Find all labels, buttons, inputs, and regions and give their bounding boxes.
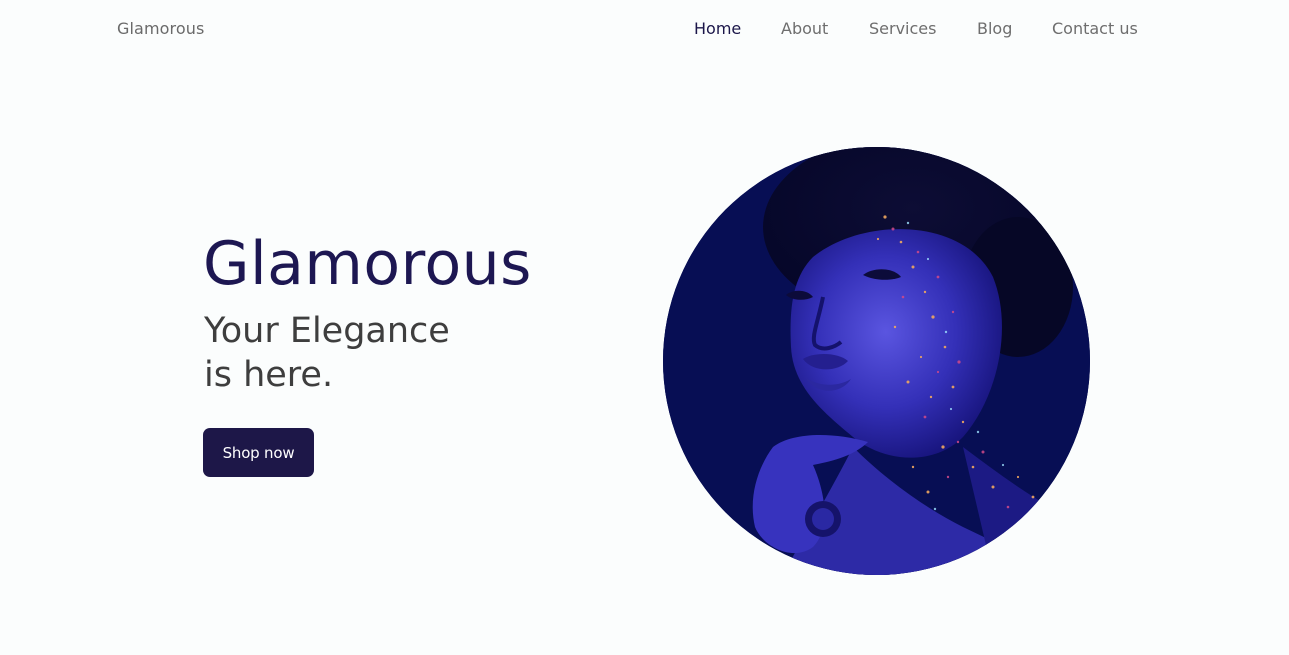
- hero-subtitle-line-1: Your Elegance: [204, 311, 450, 351]
- hero-subtitle-line-2: is here.: [204, 355, 334, 395]
- nav-link-contact[interactable]: Contact us: [1052, 19, 1138, 38]
- nav-link-services[interactable]: Services: [869, 19, 936, 38]
- portrait-photo-icon: [663, 147, 1090, 575]
- nav-link-home[interactable]: Home: [694, 19, 741, 38]
- shop-now-button[interactable]: Shop now: [203, 428, 314, 477]
- brand-logo-link[interactable]: Glamorous: [117, 19, 204, 38]
- hero-title: Glamorous: [203, 229, 532, 299]
- nav-link-about[interactable]: About: [781, 19, 828, 38]
- top-navbar: Glamorous Home About Services Blog Conta…: [0, 0, 1289, 60]
- hero-subtitle: Your Elegance is here.: [204, 309, 524, 397]
- nav-link-blog[interactable]: Blog: [977, 19, 1012, 38]
